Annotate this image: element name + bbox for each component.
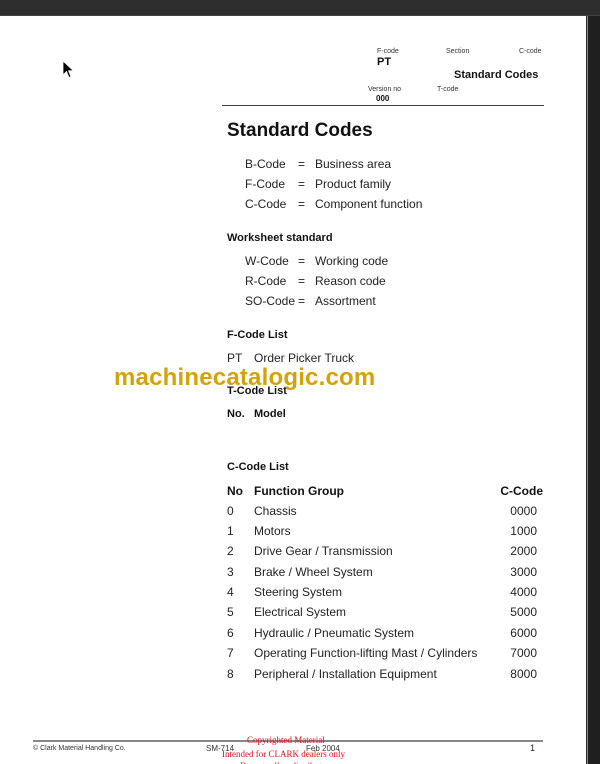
row-group: Motors	[254, 524, 291, 538]
row-no: 8	[227, 667, 234, 681]
worksheet-meaning: Reason code	[315, 274, 386, 288]
worksheet-row: SO-Code = Assortment	[245, 294, 545, 310]
fcode-list-heading: F-Code List	[227, 329, 288, 341]
row-code: 6000	[510, 626, 537, 640]
table-row: 3 Brake / Wheel System 3000	[227, 565, 543, 581]
table-row: 8 Peripheral / Installation Equipment 80…	[227, 667, 543, 683]
worksheet-code: SO-Code	[245, 294, 296, 308]
row-no: 4	[227, 585, 234, 599]
footer-copyright: © Clark Material Handling Co.	[33, 745, 126, 752]
table-row: 5 Electrical System 5000	[227, 605, 543, 621]
worksheet-equals: =	[298, 294, 306, 308]
worksheet-code: R-Code	[245, 274, 287, 288]
tcode-col-model: Model	[254, 408, 286, 420]
worksheet-heading: Worksheet standard	[227, 232, 333, 244]
definition-code: C-Code	[245, 197, 287, 211]
worksheet-meaning: Working code	[315, 254, 389, 268]
definition-meaning: Business area	[315, 157, 392, 171]
section-label: Section	[446, 48, 470, 55]
row-code: 8000	[510, 667, 537, 681]
col-ccode: C-Code	[500, 484, 543, 498]
definition-meaning: Product family	[315, 177, 392, 191]
row-no: 6	[227, 626, 234, 640]
fcode-value: PT	[377, 56, 392, 68]
definition-row: C-Code = Component function	[245, 197, 545, 213]
footer-page-number: 1	[530, 743, 536, 753]
ccode-label: C-code	[519, 48, 542, 55]
section-value: Standard Codes	[454, 69, 539, 81]
row-no: 3	[227, 565, 234, 579]
tcode-label: T-code	[437, 86, 459, 93]
fcode-list-name: Order Picker Truck	[254, 351, 355, 365]
copyright-notice-line2: Intended for CLARK dealers only	[222, 749, 345, 759]
row-group: Electrical System	[254, 605, 347, 619]
watermark: machinecatalogic.com	[114, 364, 376, 391]
version-value: 000	[376, 94, 390, 103]
row-group: Steering System	[254, 585, 343, 599]
fcode-label: F-code	[377, 48, 399, 55]
table-row: 0 Chassis 0000	[227, 504, 543, 520]
page-title: Standard Codes	[227, 120, 373, 141]
worksheet-meaning: Assortment	[315, 294, 376, 308]
row-no: 7	[227, 646, 234, 660]
row-group: Hydraulic / Pneumatic System	[254, 626, 415, 640]
row-code: 0000	[510, 504, 537, 518]
row-code: 3000	[510, 565, 537, 579]
row-code: 5000	[510, 605, 537, 619]
worksheet-row: R-Code = Reason code	[245, 274, 545, 290]
definition-row: F-Code = Product family	[245, 177, 545, 193]
ccode-table-header: No Function Group C-Code	[227, 484, 543, 500]
table-row: 4 Steering System 4000	[227, 585, 543, 601]
row-code: 7000	[510, 646, 537, 660]
col-no: No	[227, 484, 243, 498]
worksheet-row: W-Code = Working code	[245, 254, 545, 270]
row-code: 2000	[510, 544, 537, 558]
worksheet-equals: =	[298, 274, 306, 288]
row-no: 1	[227, 524, 234, 538]
col-function-group: Function Group	[254, 484, 344, 498]
viewer-toolbar	[0, 0, 600, 16]
ccode-list-heading: C-Code List	[227, 461, 289, 473]
definition-meaning: Component function	[315, 197, 423, 211]
table-row: 7 Operating Function-lifting Mast / Cyli…	[227, 646, 543, 662]
table-row: 2 Drive Gear / Transmission 2000	[227, 544, 543, 560]
row-group: Drive Gear / Transmission	[254, 544, 393, 558]
header-divider	[222, 105, 544, 106]
definition-code: F-Code	[245, 177, 286, 191]
viewer-scrollbar[interactable]	[587, 16, 600, 764]
row-no: 0	[227, 504, 234, 518]
row-group: Operating Function-lifting Mast / Cylind…	[254, 646, 478, 660]
definition-code: B-Code	[245, 157, 286, 171]
definition-equals: =	[298, 177, 306, 191]
version-label: Version no	[368, 86, 402, 93]
row-no: 5	[227, 605, 234, 619]
row-group: Brake / Wheel System	[254, 565, 373, 579]
document-page: F-code Section C-code PT Standard Codes …	[0, 16, 586, 764]
definition-equals: =	[298, 197, 306, 211]
mouse-cursor-icon	[62, 60, 75, 79]
definition-equals: =	[298, 157, 306, 171]
row-no: 2	[227, 544, 234, 558]
worksheet-equals: =	[298, 254, 306, 268]
tcode-col-no: No.	[227, 408, 245, 420]
worksheet-code: W-Code	[245, 254, 289, 268]
row-code: 1000	[510, 524, 537, 538]
row-group: Chassis	[254, 504, 297, 518]
copyright-notice-line1: Copyrighted Material	[247, 735, 325, 745]
table-row: 6 Hydraulic / Pneumatic System 6000	[227, 626, 543, 642]
row-code: 4000	[510, 585, 537, 599]
table-row: 1 Motors 1000	[227, 524, 543, 540]
row-group: Peripheral / Installation Equipment	[254, 667, 437, 681]
definition-row: B-Code = Business area	[245, 157, 545, 173]
fcode-list-code: PT	[227, 351, 243, 365]
